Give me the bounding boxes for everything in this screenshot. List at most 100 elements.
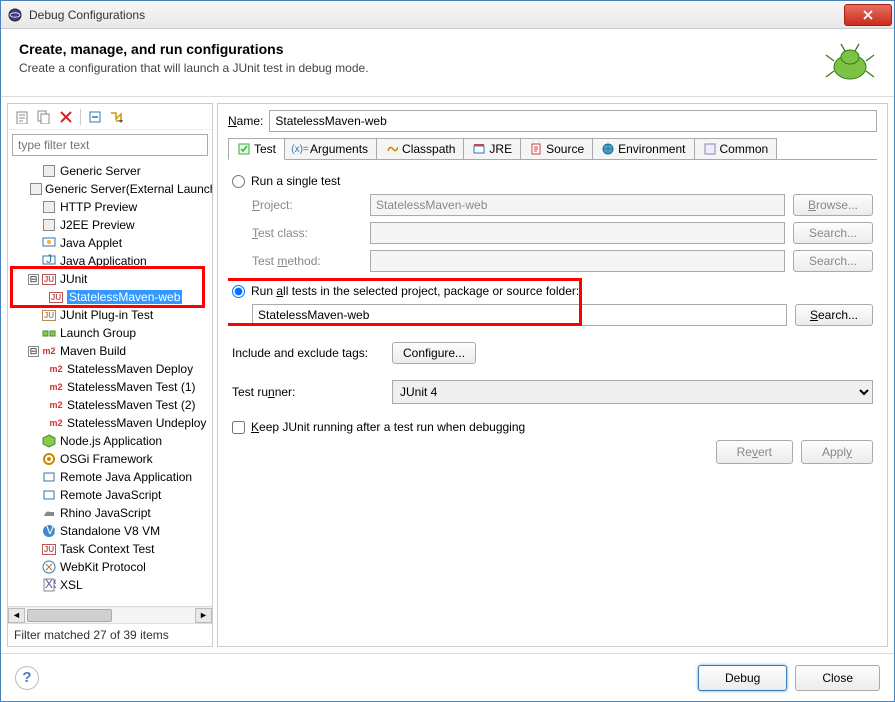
tree-item[interactable]: Generic Server (8, 162, 212, 180)
tab-common[interactable]: Common (694, 138, 778, 159)
configure-tags-button[interactable]: Configure... (392, 342, 476, 364)
tab-label: Test (254, 142, 276, 156)
test-tab-content: Run a single test Project: Browse... Tes… (228, 166, 877, 640)
tab-environment[interactable]: Environment (592, 138, 694, 159)
scroll-left-button[interactable]: ◄ (8, 608, 25, 623)
keep-running-checkbox[interactable] (232, 421, 245, 434)
run-all-radio[interactable] (232, 285, 245, 298)
tree-item-label: Generic Server(External Launch) (45, 182, 212, 196)
expander-icon[interactable]: ⊟ (28, 274, 39, 285)
tree-item[interactable]: Remote JavaScript (8, 486, 212, 504)
config-tree[interactable]: Generic Server Generic Server(External La… (8, 160, 212, 606)
scroll-track[interactable] (25, 608, 195, 623)
tree-item[interactable]: Node.js Application (8, 432, 212, 450)
tree-item[interactable]: Java Applet (8, 234, 212, 252)
tree-item[interactable]: HTTP Preview (8, 198, 212, 216)
config-tabs: Test (x)=Arguments Classpath JRE Source Envir… (228, 138, 877, 160)
tree-item[interactable]: J2EE Preview (8, 216, 212, 234)
tree-item-label: WebKit Protocol (60, 560, 146, 574)
close-button[interactable]: Close (795, 665, 880, 691)
titlebar[interactable]: Debug Configurations (1, 1, 894, 29)
tab-label: JRE (489, 142, 512, 156)
dialog-body: Generic Server Generic Server(External La… (1, 97, 894, 653)
tree-item[interactable]: m2StatelessMaven Test (2) (8, 396, 212, 414)
tree-item-label: StatelessMaven Deploy (67, 362, 193, 376)
tree-item[interactable]: JUTask Context Test (8, 540, 212, 558)
tree-item[interactable]: m2StatelessMaven Test (1) (8, 378, 212, 396)
run-all-tests-row: Run all tests in the selected project, p… (232, 284, 873, 298)
tree-item[interactable]: WebKit Protocol (8, 558, 212, 576)
dialog-window: Debug Configurations Create, manage, and… (0, 0, 895, 702)
tab-test[interactable]: Test (228, 138, 285, 160)
tree-item[interactable]: JUStatelessMaven-web (8, 288, 212, 306)
tree-item-label: Standalone V8 VM (60, 524, 160, 538)
help-button[interactable]: ? (15, 666, 39, 690)
debug-button[interactable]: Debug (698, 665, 787, 691)
filter-dropdown-button[interactable] (107, 107, 127, 127)
tree-item-label: HTTP Preview (60, 200, 137, 214)
tree-item[interactable]: m2StatelessMaven Undeploy (8, 414, 212, 432)
javaapp-icon: J (41, 253, 57, 269)
revert-button[interactable]: Revert (716, 440, 793, 464)
tab-classpath[interactable]: Classpath (376, 138, 464, 159)
arguments-tab-icon: (x)= (293, 142, 307, 156)
name-row: Name: (228, 110, 877, 132)
tree-item-label: Maven Build (60, 344, 126, 358)
tree-item[interactable]: ⊟m2Maven Build (8, 342, 212, 360)
config-toolbar (8, 104, 212, 130)
name-input[interactable] (269, 110, 877, 132)
osgi-icon (41, 451, 57, 467)
test-tab-icon (237, 142, 251, 156)
test-runner-select[interactable]: JUnit 4 (392, 380, 873, 404)
tab-label: Environment (618, 142, 685, 156)
tab-source[interactable]: Source (520, 138, 593, 159)
apply-button[interactable]: Apply (801, 440, 873, 464)
tree-item-label: StatelessMaven Test (1) (67, 380, 196, 394)
remotejs-icon (41, 487, 57, 503)
tree-item-label: JUnit Plug-in Test (60, 308, 153, 322)
selected-path-input[interactable] (252, 304, 787, 326)
search-folder-button[interactable]: Search... (795, 304, 873, 326)
close-window-button[interactable] (844, 4, 892, 26)
delete-config-button[interactable] (56, 107, 76, 127)
scroll-thumb[interactable] (27, 609, 112, 622)
scroll-right-button[interactable]: ► (195, 608, 212, 623)
source-tab-icon (529, 142, 543, 156)
server-icon (41, 163, 57, 179)
tab-label: Classpath (402, 142, 455, 156)
tree-item[interactable]: ⊟JUJUnit (8, 270, 212, 288)
eclipse-icon (7, 7, 23, 23)
v8-icon: V8 (41, 523, 57, 539)
duplicate-config-button[interactable] (34, 107, 54, 127)
tree-item[interactable]: m2StatelessMaven Deploy (8, 360, 212, 378)
new-config-button[interactable] (12, 107, 32, 127)
tree-hscrollbar[interactable]: ◄ ► (8, 606, 212, 623)
project-label: Project: (252, 198, 362, 212)
tree-item-label: J2EE Preview (60, 218, 135, 232)
webkit-icon (41, 559, 57, 575)
testmethod-input (370, 250, 785, 272)
tree-item[interactable]: XSLXSL (8, 576, 212, 594)
m2-icon: m2 (48, 397, 64, 413)
tree-item[interactable]: V8Standalone V8 VM (8, 522, 212, 540)
collapse-all-button[interactable] (85, 107, 105, 127)
ju-icon: JU (41, 541, 57, 557)
tree-item[interactable]: OSGi Framework (8, 450, 212, 468)
tree-item[interactable]: Launch Group (8, 324, 212, 342)
tree-item[interactable]: Generic Server(External Launch) (8, 180, 212, 198)
m2-icon: m2 (41, 343, 57, 359)
tree-item[interactable]: Rhino JavaScript (8, 504, 212, 522)
dialog-header: Create, manage, and run configurations C… (1, 29, 894, 97)
tab-jre[interactable]: JRE (463, 138, 521, 159)
run-single-radio[interactable] (232, 175, 245, 188)
include-exclude-row: Include and exclude tags: Configure... (232, 342, 873, 364)
tab-label: Common (720, 142, 769, 156)
tree-item[interactable]: JUJUnit Plug-in Test (8, 306, 212, 324)
test-runner-row: Test runner: JUnit 4 (232, 380, 873, 404)
tab-arguments[interactable]: (x)=Arguments (284, 138, 377, 159)
xsl-icon: XSL (41, 577, 57, 593)
tree-item[interactable]: Remote Java Application (8, 468, 212, 486)
expander-icon[interactable]: ⊟ (28, 346, 39, 357)
tree-item[interactable]: JJava Application (8, 252, 212, 270)
filter-input[interactable] (12, 134, 208, 156)
